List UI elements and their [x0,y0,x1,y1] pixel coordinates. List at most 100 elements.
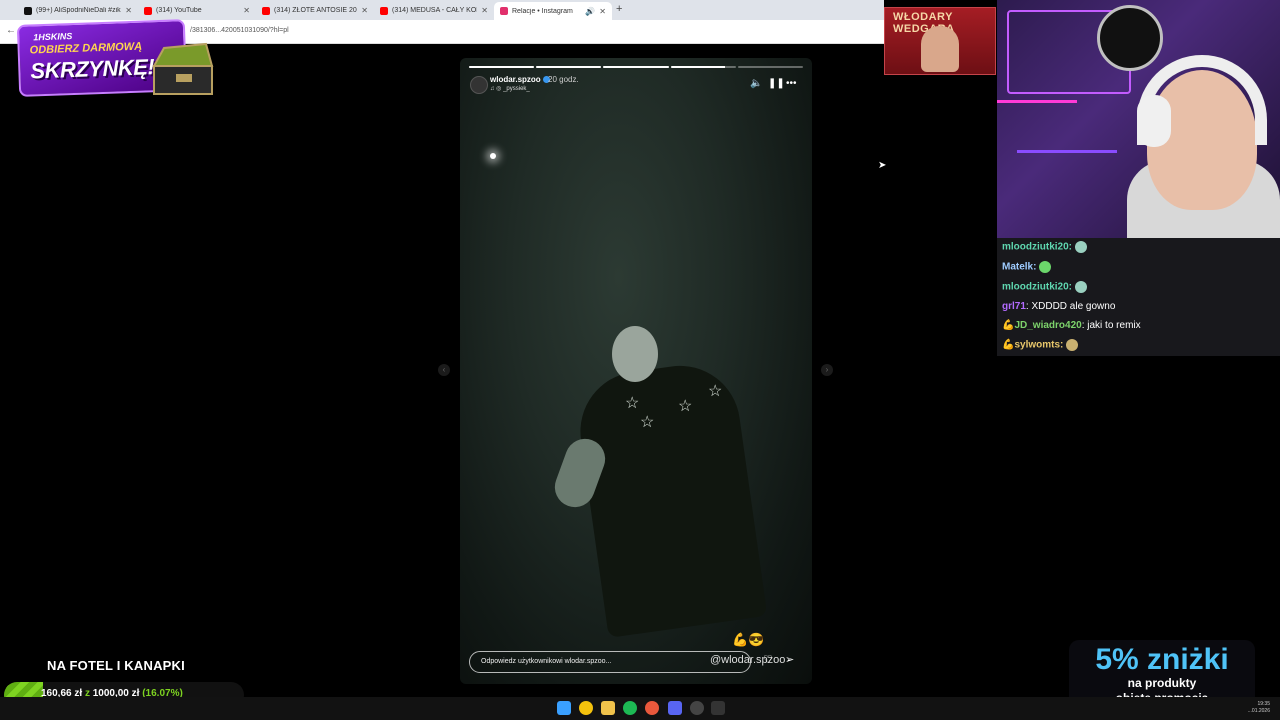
story-username[interactable]: wlodar.spzoo [490,75,541,84]
story-progress [469,66,804,68]
progress-fill [536,66,602,68]
emote-icon [1039,261,1052,273]
app-icon[interactable] [711,701,725,715]
mouse-cursor-icon: ➤ [878,160,887,171]
led-strip [997,100,1077,103]
tab-label: (314) YouTube [156,7,202,14]
chat-text: : jaki to remix [1081,320,1141,331]
more-icon[interactable]: ••• [786,78,797,89]
story-user-row: wlodar.spzoo [490,75,550,84]
chat-username[interactable]: sylwomts: [1014,340,1063,351]
avatar[interactable] [470,76,488,94]
progress-fill [670,66,725,68]
new-tab-button[interactable]: + [616,3,622,15]
bicep-icon: 💪 [1002,320,1015,331]
star-icon: ☆ [708,383,723,400]
chat-username[interactable]: mloodziutki20: [1002,282,1072,293]
led-strip [1017,150,1117,153]
discount-headline: 5% zniżki [1095,643,1229,676]
audio-icon[interactable]: 🔊 [585,7,595,16]
pause-icon[interactable]: ❚❚ [768,78,785,89]
next-story-button[interactable]: › [821,364,833,376]
spotify-icon[interactable] [623,701,637,715]
chat-username[interactable]: JD_wiadro420 [1014,320,1081,331]
heart-icon[interactable]: ♡ [763,653,773,666]
clock-time: 19:35 [1257,701,1270,707]
tiktok-icon [24,6,32,15]
star-icon: ☆ [678,398,693,415]
chat-username[interactable]: mloodziutki20: [1002,242,1072,253]
performer-head [612,326,658,382]
wall-poster: WŁODARY WEDGARA [884,7,996,75]
youtube-icon [262,6,270,15]
close-icon[interactable]: ✕ [481,6,488,15]
browser-tab-bar: (99+) AliSpodniNieDali #zikitego ✕ (314)… [0,0,884,20]
mention-sticker[interactable]: @wlodar.spzoo [710,654,785,666]
chat-message: 💪JD_wiadro420: jaki to remix [1002,320,1141,331]
chrome-profile-icon[interactable] [645,701,659,715]
url-field[interactable]: /381306...420051031090/?hl=pl [190,27,289,34]
instagram-story[interactable]: wlodar.spzoo 20 godz. ♫ ◎ _pyssiek_ 🔈 ❚❚… [460,58,812,684]
previous-story-button[interactable]: ‹ [438,364,450,376]
chrome-icon[interactable] [579,701,593,715]
tab-instagram[interactable]: Relacje • Instagram 🔊 ✕ [494,2,612,20]
reply-input[interactable]: Odpowiedz użytkownikowi wlodar.spzoo... [469,651,751,673]
promo-line-1: ODBIERZ DARMOWĄ [29,40,143,57]
progress-segment [536,66,602,68]
stage-light [490,153,496,159]
system-clock[interactable]: 19:35 ...01.2026 [1248,701,1270,715]
tab-label: (99+) AliSpodniNieDali #zikitego [36,7,121,14]
story-emojis: 💪😎 [732,632,765,647]
emote-icon [1075,241,1088,253]
story-music[interactable]: _pyssiek_ [503,86,530,92]
tab-label: (314) ZŁOTE ANTOSIE 2025 WY [274,7,357,14]
folder-icon[interactable] [601,701,615,715]
progress-segment [670,66,736,68]
chat-message: mloodziutki20: [1002,281,1088,293]
discount-line-1: na produkty [1127,676,1197,690]
headset-earcup [1137,95,1171,147]
youtube-icon [144,6,152,15]
close-icon[interactable]: ✕ [243,6,250,15]
chat-username[interactable]: grl71 [1002,301,1026,312]
vinyl-record [1097,5,1163,71]
back-arrow-icon[interactable]: ← [6,25,16,36]
poster-figure [921,26,959,72]
windows-start-icon[interactable] [557,701,571,715]
progress-segment [737,66,804,68]
progress-fill [603,66,669,68]
chat-username[interactable]: Matelk: [1002,262,1036,273]
send-icon[interactable]: ➢ [785,653,794,666]
story-music-row: ♫ ◎ _pyssiek_ [490,85,530,92]
tab-1[interactable]: (99+) AliSpodniNieDali #zikitego ✕ [18,3,138,18]
promo-line-2: SKRZYNKĘ! [29,54,155,84]
chat-message: 💪sylwomts: [1002,339,1079,351]
progress-segment [469,66,535,68]
instagram-icon [500,7,508,15]
stream-chat: mloodziutki20: Matelk: mloodziutki20: gr… [997,238,1280,356]
performer-body [572,358,768,638]
goal-title: NA FOTEL I KANAPKI [47,658,185,673]
chat-text: : XDDDD ale gowno [1025,301,1116,312]
close-icon[interactable]: ✕ [125,6,132,15]
progress-fill [469,66,535,68]
discord-icon[interactable] [668,701,682,715]
clock-date: ...01.2026 [1247,708,1270,714]
music-note-icon: ♫ ◎ [490,86,504,92]
chat-message: grl71: XDDDD ale gowno [1002,301,1115,312]
tab-3[interactable]: (314) ZŁOTE ANTOSIE 2025 WY ✕ [256,3,374,18]
bicep-icon: 💪 [1002,339,1015,351]
treasure-chest-icon [152,40,214,95]
obs-icon[interactable] [690,701,704,715]
youtube-icon [380,6,388,15]
close-icon[interactable]: ✕ [361,6,368,15]
tab-label: (314) MEDUSA - CAŁY KONCERT [392,7,477,14]
promo-brand: 1HSKINS [33,31,73,43]
chat-message: Matelk: [1002,261,1052,273]
chat-message: mloodziutki20: [1002,241,1088,253]
tab-2[interactable]: (314) YouTube ✕ [138,3,256,18]
tab-label: Relacje • Instagram [512,7,573,15]
speaker-icon[interactable]: 🔈 [750,78,762,89]
close-icon[interactable]: ✕ [599,7,606,16]
tab-4[interactable]: (314) MEDUSA - CAŁY KONCERT ✕ [374,3,494,18]
